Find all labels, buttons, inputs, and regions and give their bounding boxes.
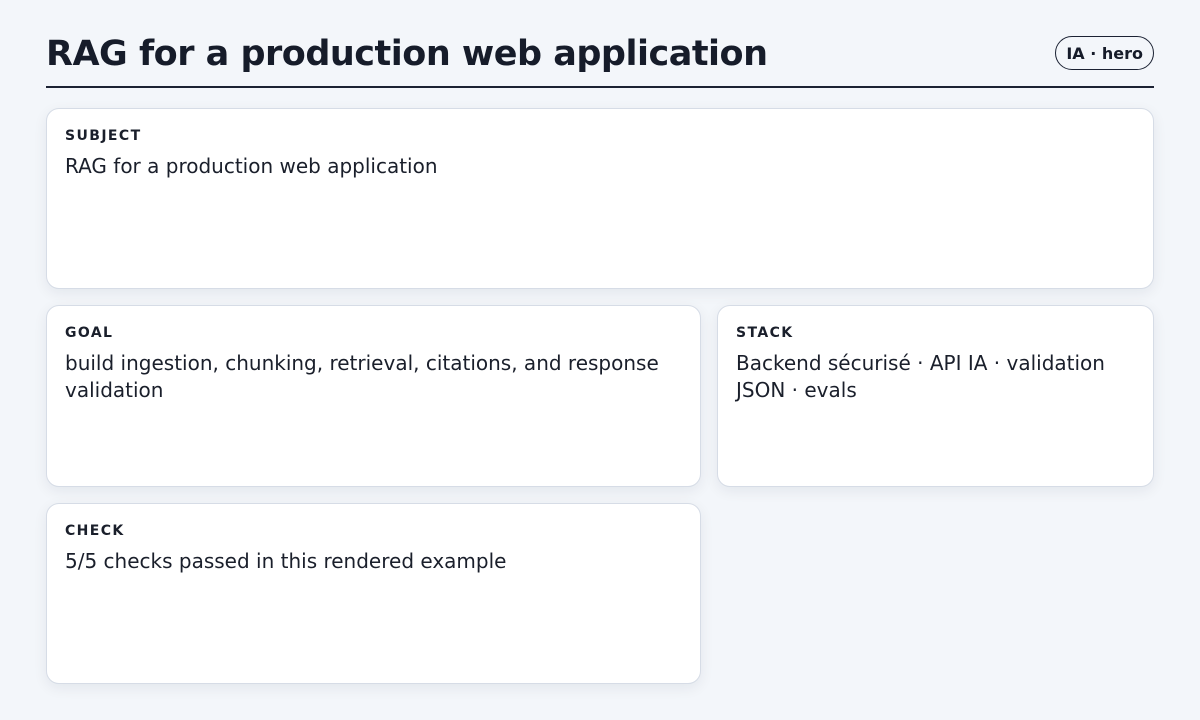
page-header: RAG for a production web application IA … <box>46 30 1154 88</box>
check-label: CHECK <box>65 523 125 539</box>
stack-value: Backend sécurisé · API IA · validation J… <box>736 351 1105 402</box>
category-badge: IA · hero <box>1055 36 1154 70</box>
page-title: RAG for a production web application <box>46 34 768 74</box>
goal-value: build ingestion, chunking, retrieval, ci… <box>65 351 659 402</box>
subject-label: SUBJECT <box>65 128 142 144</box>
goal-label: GOAL <box>65 325 114 341</box>
stack-label: STACK <box>736 325 794 341</box>
goal-card: GOAL build ingestion, chunking, retrieva… <box>46 305 701 487</box>
subject-value: RAG for a production web application <box>65 154 438 178</box>
subject-card: SUBJECT RAG for a production web applica… <box>46 108 1154 289</box>
check-card: CHECK 5/5 checks passed in this rendered… <box>46 503 701 684</box>
check-value: 5/5 checks passed in this rendered examp… <box>65 549 507 573</box>
stack-card: STACK Backend sécurisé · API IA · valida… <box>717 305 1154 487</box>
